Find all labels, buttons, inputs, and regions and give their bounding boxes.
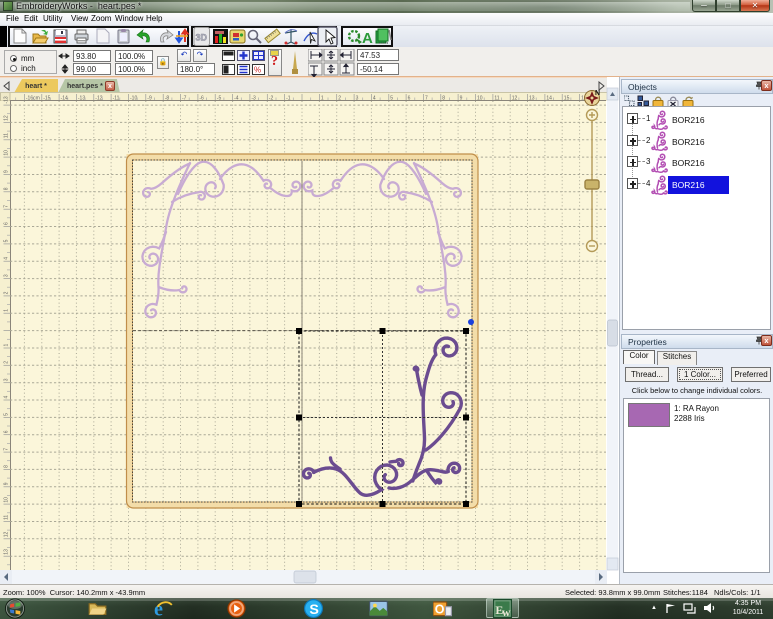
svg-text:w: w — [502, 605, 511, 618]
svg-text:N: N — [595, 90, 600, 97]
svg-text:3: 3 — [4, 274, 10, 277]
svg-text:4: 4 — [4, 257, 10, 260]
svg-text:8: 8 — [4, 187, 10, 190]
svg-text:1: 1 — [4, 309, 10, 312]
svg-text:7: 7 — [4, 205, 10, 208]
svg-text:7: 7 — [4, 448, 10, 451]
svg-text:2: 2 — [4, 361, 10, 364]
svg-text:-13: -13 — [4, 96, 10, 103]
svg-text:10: 10 — [4, 497, 10, 503]
svg-text:9: 9 — [4, 170, 10, 173]
svg-text:S: S — [309, 602, 319, 618]
svg-text:e: e — [154, 599, 163, 618]
svg-text:13: 13 — [4, 549, 10, 555]
svg-text:5: 5 — [4, 239, 10, 242]
svg-text:9: 9 — [4, 482, 10, 485]
svg-text:O: O — [435, 602, 445, 616]
svg-text:1: 1 — [4, 344, 10, 347]
svg-text:8: 8 — [4, 465, 10, 468]
svg-text:3: 3 — [4, 378, 10, 381]
svg-text:11: 11 — [4, 133, 10, 138]
svg-text:4: 4 — [4, 396, 10, 399]
svg-text:5: 5 — [4, 413, 10, 416]
svg-text:10: 10 — [4, 150, 10, 156]
svg-text:12: 12 — [4, 115, 10, 121]
svg-text:6: 6 — [4, 430, 10, 433]
svg-text:11: 11 — [4, 515, 10, 520]
svg-text:12: 12 — [4, 532, 10, 538]
svg-text:6: 6 — [4, 222, 10, 225]
svg-text:2: 2 — [4, 291, 10, 294]
